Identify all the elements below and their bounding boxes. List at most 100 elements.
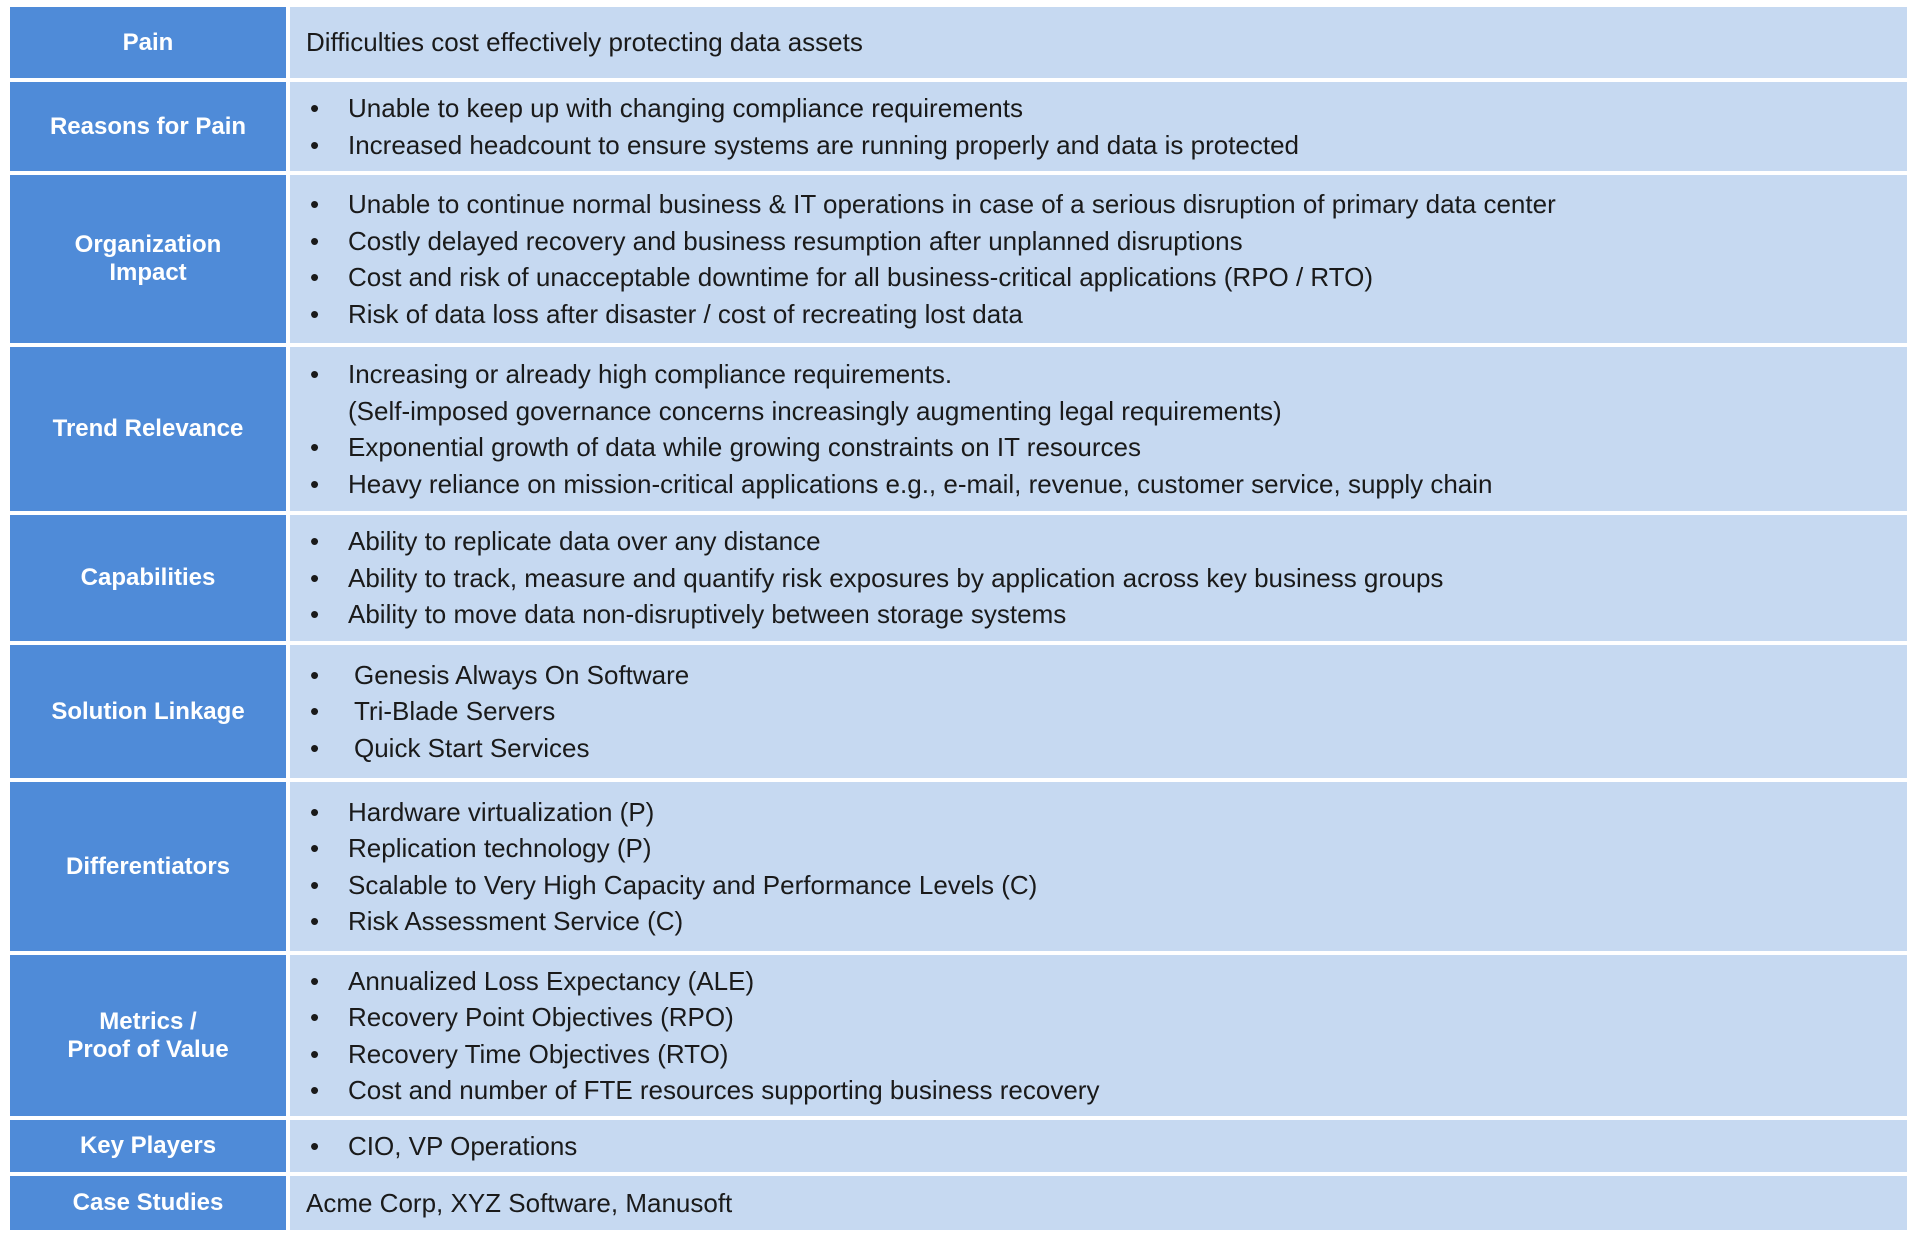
item-text: Risk Assessment Service (C) — [348, 906, 684, 936]
list-item: • Recovery Point Objectives (RPO) — [310, 999, 1907, 1036]
value-proposition-table: Pain Difficulties cost effectively prote… — [10, 7, 1907, 1234]
item-text: Risk of data loss after disaster / cost … — [348, 298, 1023, 329]
list-item: • Exponential growth of data while growin… — [310, 429, 1907, 466]
item-text: Annualized Loss Expectancy (ALE) — [348, 965, 755, 996]
row-content: • Hardware virtualization (P) • Replicatio… — [290, 782, 1907, 951]
row-metrics-proof-of-value: Metrics / Proof of Value • Annualized Los… — [10, 955, 1907, 1116]
row-label: Organization Impact — [10, 175, 286, 343]
item-text: Cost and number of FTE resources support… — [348, 1075, 1100, 1105]
item-text: Costly delayed recovery and business res… — [348, 225, 1243, 256]
list-item: • Genesis Always On Software — [310, 657, 1907, 694]
row-label: Reasons for Pain — [10, 82, 286, 171]
row-organization-impact: Organization Impact • Unable to continue … — [10, 175, 1907, 343]
row-content: • Increasing or already high compliance r… — [290, 347, 1907, 511]
item-text: Unable to keep up with changing complian… — [348, 93, 1023, 123]
item-text: Hardware virtualization (P) — [348, 796, 655, 827]
row-label: Solution Linkage — [10, 645, 286, 778]
list-item: • Tri-Blade Servers — [310, 693, 1907, 730]
item-text: Genesis Always On Software — [354, 659, 690, 690]
bullet-icon: • — [310, 468, 320, 499]
bullet-icon: • — [310, 1038, 320, 1069]
list-item: • Ability to move data non-disruptively b… — [310, 596, 1907, 633]
row-capabilities: Capabilities • Ability to replicate data … — [10, 515, 1907, 641]
list-item: • Quick Start Services — [310, 730, 1907, 767]
bullet-list: • Genesis Always On Software • Tri-Blade S… — [310, 657, 1907, 767]
item-text: CIO, VP Operations — [348, 1130, 578, 1161]
bullet-icon: • — [310, 696, 320, 727]
row-label: Metrics / Proof of Value — [10, 955, 286, 1116]
row-label: Key Players — [10, 1120, 286, 1172]
item-text: Unable to continue normal business & IT … — [348, 189, 1556, 219]
bullet-icon: • — [310, 796, 320, 827]
list-item: • Risk of data loss after disaster / cost… — [310, 296, 1907, 333]
list-item: • Risk Assessment Service (C) — [310, 903, 1907, 940]
bullet-icon: • — [310, 562, 320, 593]
bullet-icon: • — [310, 869, 320, 900]
row-case-studies: Case Studies Acme Corp, XYZ Software, Ma… — [10, 1176, 1907, 1230]
row-content: Acme Corp, XYZ Software, Manusoft — [290, 1176, 1907, 1230]
list-item: • Replication technology (P) — [310, 830, 1907, 867]
row-content: • Genesis Always On Software • Tri-Blade S… — [290, 645, 1907, 778]
bullet-icon: • — [310, 1002, 320, 1032]
item-text: Recovery Point Objectives (RPO) — [348, 1002, 734, 1032]
item-text: Recovery Time Objectives (RTO) — [348, 1038, 729, 1069]
bullet-icon: • — [310, 359, 320, 389]
row-trend-relevance: Trend Relevance • Increasing or already h… — [10, 347, 1907, 511]
bullet-icon: • — [310, 659, 320, 690]
list-item: • Ability to track, measure and quantify … — [310, 560, 1907, 597]
row-label: Differentiators — [10, 782, 286, 951]
item-text: Heavy reliance on mission-critical appli… — [348, 468, 1493, 499]
row-content: • CIO, VP Operations — [290, 1120, 1907, 1172]
row-pain: Pain Difficulties cost effectively prote… — [10, 7, 1907, 78]
bullet-icon: • — [310, 599, 320, 630]
row-solution-linkage: Solution Linkage • Genesis Always On Soft… — [10, 645, 1907, 778]
bullet-list: • Ability to replicate data over any dist… — [310, 523, 1907, 633]
bullet-icon: • — [310, 432, 320, 462]
row-label: Pain — [10, 7, 286, 78]
item-continuation-text: (Self-imposed governance concerns increa… — [348, 395, 1282, 426]
bullet-icon: • — [310, 732, 320, 763]
content-text: Acme Corp, XYZ Software, Manusoft — [306, 1187, 733, 1218]
list-item: • Cost and number of FTE resources suppor… — [310, 1072, 1907, 1109]
bullet-icon: • — [310, 906, 320, 936]
row-differentiators: Differentiators • Hardware virtualization… — [10, 782, 1907, 951]
row-label: Capabilities — [10, 515, 286, 641]
item-text: Increasing or already high compliance re… — [348, 359, 953, 389]
item-text: Scalable to Very High Capacity and Perfo… — [348, 869, 1038, 900]
bullet-icon: • — [310, 965, 320, 996]
item-text: Quick Start Services — [354, 732, 590, 763]
row-content: • Ability to replicate data over any dist… — [290, 515, 1907, 641]
list-item: • Annualized Loss Expectancy (ALE) — [310, 963, 1907, 1000]
bullet-list: • Increasing or already high compliance r… — [310, 356, 1907, 502]
bullet-icon: • — [310, 833, 320, 863]
item-text: Cost and risk of unacceptable downtime f… — [348, 262, 1374, 292]
row-content: • Unable to continue normal business & IT… — [290, 175, 1907, 343]
bullet-icon: • — [310, 298, 320, 329]
bullet-list: • Annualized Loss Expectancy (ALE) • Recov… — [310, 963, 1907, 1109]
item-text: Replication technology (P) — [348, 833, 652, 863]
bullet-icon: • — [310, 1075, 320, 1105]
list-item: • Recovery Time Objectives (RTO) — [310, 1036, 1907, 1073]
bullet-list: • Unable to keep up with changing complia… — [310, 90, 1907, 163]
list-item: • Heavy reliance on mission-critical appl… — [310, 466, 1907, 503]
bullet-icon: • — [310, 93, 320, 123]
list-item: • Unable to keep up with changing complia… — [310, 90, 1907, 127]
bullet-icon: • — [310, 526, 320, 557]
bullet-icon: • — [310, 262, 320, 292]
row-key-players: Key Players • CIO, VP Operations — [10, 1120, 1907, 1172]
bullet-list: • Unable to continue normal business & IT… — [310, 186, 1907, 332]
bullet-icon: • — [310, 189, 320, 219]
content-text: Difficulties cost effectively protecting… — [306, 27, 863, 58]
list-item: • Ability to replicate data over any dist… — [310, 523, 1907, 560]
item-text: Increased headcount to ensure systems ar… — [348, 129, 1300, 160]
row-content: • Unable to keep up with changing complia… — [290, 82, 1907, 171]
item-text: Ability to track, measure and quantify r… — [348, 562, 1444, 593]
bullet-list: • Hardware virtualization (P) • Replicatio… — [310, 794, 1907, 940]
list-item: • Hardware virtualization (P) — [310, 794, 1907, 831]
row-label: Trend Relevance — [10, 347, 286, 511]
item-text: Tri-Blade Servers — [354, 696, 556, 727]
list-item: • Unable to continue normal business & IT… — [310, 186, 1907, 223]
list-item: • CIO, VP Operations — [310, 1128, 1907, 1165]
item-text: Ability to replicate data over any dista… — [348, 526, 821, 557]
bullet-icon: • — [310, 129, 320, 160]
